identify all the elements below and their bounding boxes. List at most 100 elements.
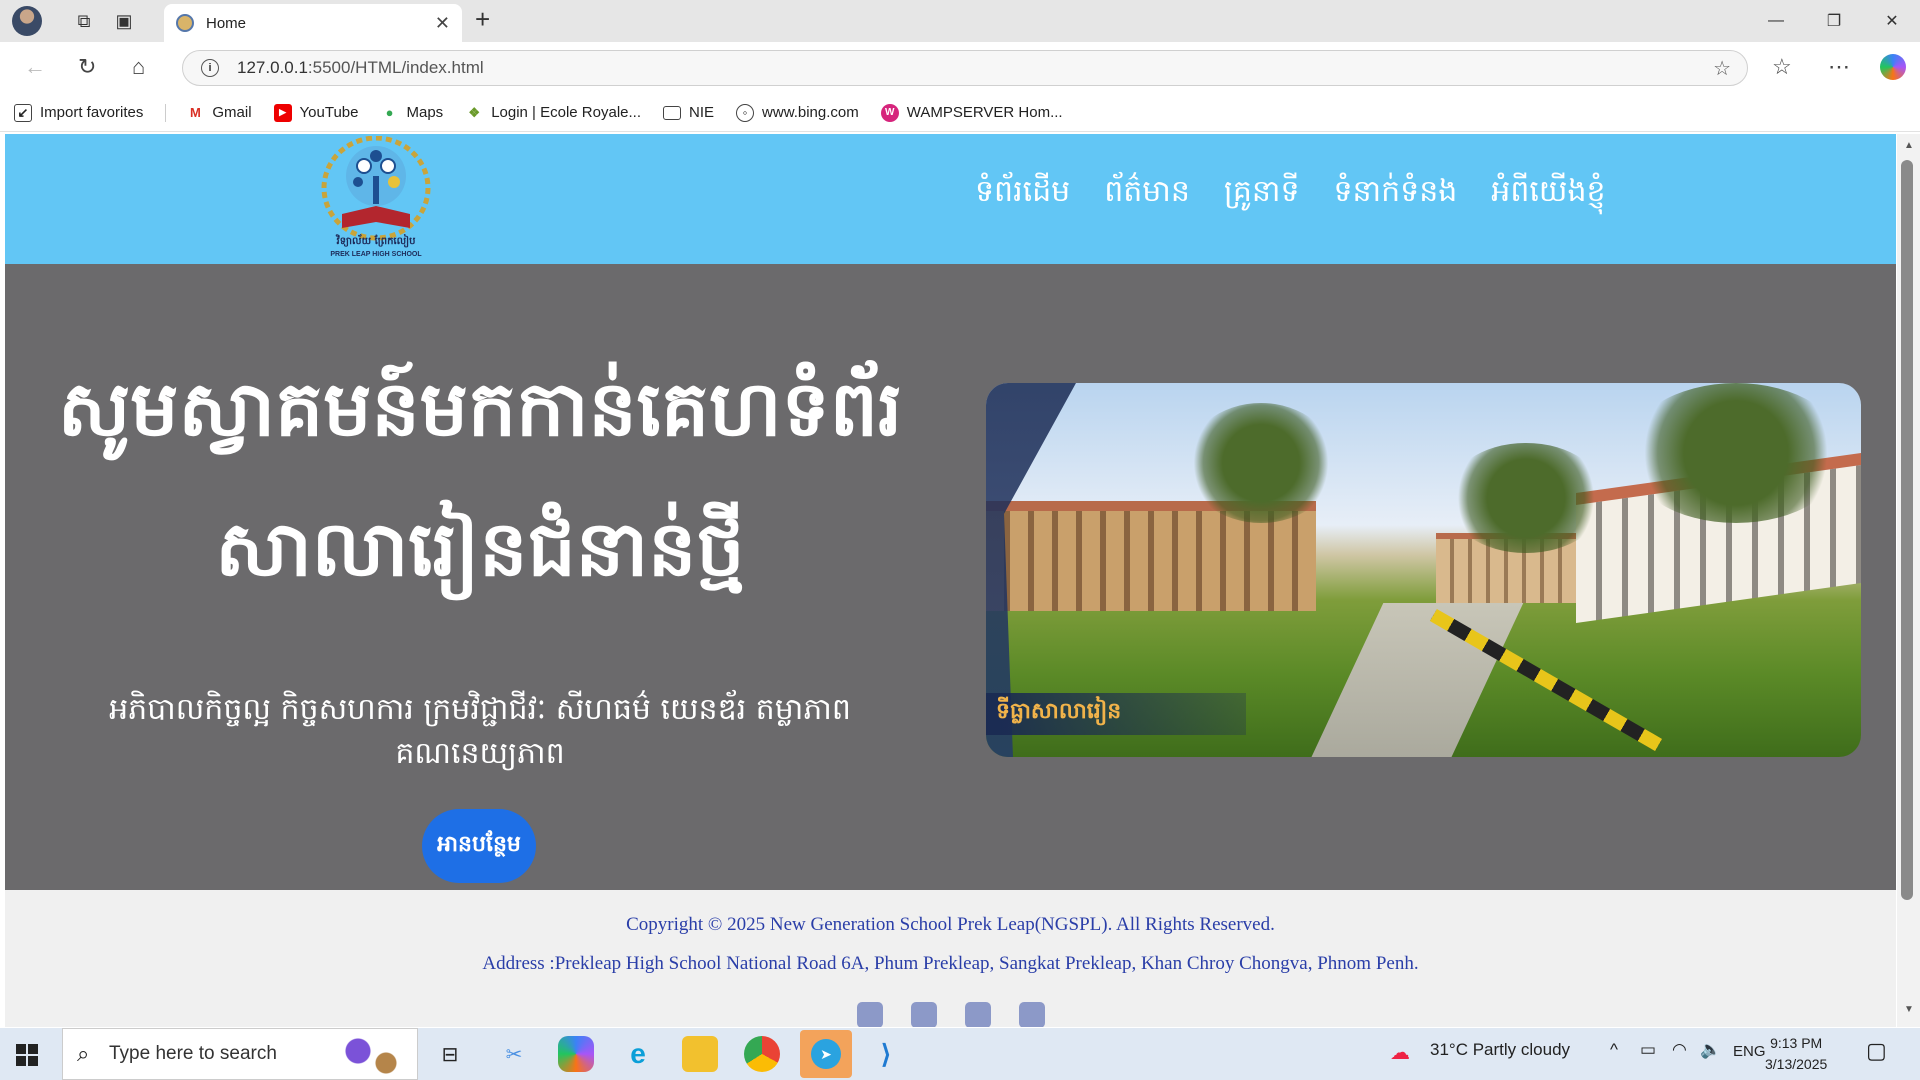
scroll-thumb[interactable]	[1901, 160, 1913, 900]
address-input[interactable]: i 127.0.0.1:5500/HTML/index.html ☆	[182, 50, 1748, 86]
more-menu-icon[interactable]: ⋯	[1828, 54, 1850, 80]
bookmark-import-favorites[interactable]: ↙ Import favorites	[14, 103, 144, 122]
maps-icon: ●	[385, 105, 394, 120]
gmail-icon: M	[189, 105, 201, 120]
favorites-icon[interactable]: ☆	[1772, 54, 1792, 80]
copilot-icon[interactable]	[1880, 54, 1906, 80]
bookmark-maps[interactable]: ● Maps	[381, 104, 444, 122]
refresh-icon[interactable]: ↻	[78, 54, 96, 80]
hero-title: សូមស្វាគមន៍មកកាន់គេហទំព័រ សាលារៀនជំនាន់ថ…	[45, 339, 915, 619]
copilot-app-icon[interactable]	[558, 1036, 594, 1072]
bookmark-gmail[interactable]: M Gmail	[186, 104, 252, 122]
edge-icon[interactable]: e	[620, 1036, 656, 1072]
nav-teachers[interactable]: គ្រូនាទី	[1224, 172, 1300, 216]
notifications-icon[interactable]: ▢	[1866, 1038, 1887, 1064]
nav-about[interactable]: អំពីយើងខ្ញុំ	[1491, 172, 1605, 216]
site-favicon	[176, 14, 194, 32]
photo-tree	[1446, 443, 1606, 553]
file-explorer-icon[interactable]	[682, 1036, 718, 1072]
import-icon: ↙	[14, 103, 32, 122]
school-logo[interactable]: វិទ្យាល័យ ព្រែកលៀប PREK LEAP HIGH SCHOOL	[318, 136, 434, 260]
bookmark-label: Import favorites	[40, 104, 144, 121]
restore-icon[interactable]: ❐	[1806, 0, 1862, 42]
bookmark-youtube[interactable]: ▶ YouTube	[273, 103, 359, 122]
new-tab-icon[interactable]: +	[475, 4, 490, 35]
logo-khmer-text: វិទ្យាល័យ ព្រែកលៀប	[335, 234, 416, 248]
snipping-tool-icon[interactable]: ✂	[496, 1036, 532, 1072]
weather-icon[interactable]: ☁	[1390, 1040, 1410, 1065]
bookmark-bing[interactable]: ◦ www.bing.com	[736, 103, 859, 122]
vscode-icon[interactable]: ⟩	[868, 1036, 904, 1072]
wamp-icon: W	[880, 103, 899, 122]
show-hidden-icons-icon[interactable]: ^	[1610, 1040, 1618, 1060]
bookmark-ecole-royale[interactable]: ❖ Login | Ecole Royale...	[465, 104, 641, 122]
wifi-icon[interactable]: ◠	[1672, 1040, 1687, 1060]
bookmarks-bar: ↙ Import favorites M Gmail ▶ YouTube ● Maps …	[0, 94, 1920, 132]
site-header: វិទ្យាល័យ ព្រែកលៀប PREK LEAP HIGH SCHOOL…	[5, 134, 1896, 264]
url-host: 127.0.0.1	[237, 58, 308, 77]
clock-date: 3/13/2025	[1765, 1056, 1828, 1072]
browser-tab-home[interactable]: Home ✕	[164, 4, 462, 42]
minimize-icon[interactable]: —	[1748, 0, 1804, 42]
logo-english-text: PREK LEAP HIGH SCHOOL	[330, 251, 422, 258]
bookmark-wampserver[interactable]: W WAMPSERVER Hom...	[880, 103, 1063, 122]
photo-tree	[1626, 383, 1846, 523]
close-tab-icon[interactable]: ✕	[435, 13, 450, 34]
tab-actions-icon[interactable]: ▣	[104, 0, 144, 42]
facebook-icon[interactable]	[856, 1002, 883, 1027]
nav-home[interactable]: ទំព័រដើម	[975, 172, 1070, 216]
bookmark-label: Maps	[406, 104, 444, 121]
clock-time: 9:13 PM	[1770, 1035, 1823, 1051]
close-window-icon[interactable]: ✕	[1864, 0, 1920, 42]
footer-copyright: Copyright © 2025 New Generation School P…	[626, 914, 1275, 935]
hero-subtitle: អភិបាលកិច្ចល្អ កិច្ចសហការ ក្រមវិជ្ជាជីវៈ…	[109, 692, 851, 771]
leaf-icon: ❖	[468, 104, 481, 120]
search-highlight-icon	[337, 1035, 407, 1075]
site-info-icon[interactable]: i	[201, 59, 219, 77]
taskbar-search[interactable]: ⌕ Type here to search	[62, 1028, 418, 1080]
school-campus-photo: ទីធ្លាសាលារៀន	[986, 383, 1861, 757]
favorite-star-icon[interactable]: ☆	[1713, 56, 1731, 81]
chrome-icon[interactable]	[744, 1036, 780, 1072]
scroll-down-icon[interactable]: ▼	[1904, 1004, 1914, 1015]
folder-icon	[663, 105, 682, 120]
read-more-button[interactable]: អានបន្ថែម	[422, 809, 536, 883]
twitter-icon[interactable]	[910, 1002, 937, 1027]
hero-title-line1: សូមស្វាគមន៍មកកាន់គេហទំព័រ	[57, 364, 903, 453]
bookmark-label: Gmail	[212, 104, 252, 121]
bookmark-label: Login | Ecole Royale...	[491, 104, 642, 121]
home-icon[interactable]: ⌂	[132, 54, 145, 80]
back-icon[interactable]: ←	[24, 54, 46, 80]
globe-icon: ◦	[736, 103, 755, 122]
search-icon: ⌕	[77, 1041, 90, 1066]
youtube-icon: ▶	[273, 103, 292, 122]
weather-text[interactable]: 31°C Partly cloudy	[1430, 1040, 1570, 1060]
search-placeholder: Type here to search	[109, 1043, 277, 1064]
battery-icon[interactable]: ▭	[1640, 1040, 1656, 1060]
nav-contact[interactable]: ទំនាក់ទំនង	[1334, 172, 1458, 216]
taskbar-clock[interactable]: 9:13 PM 3/13/2025	[1765, 1033, 1827, 1075]
task-view-icon[interactable]: ⊟	[432, 1036, 468, 1072]
hero-title-line2: សាលារៀនជំនាន់ថ្មី	[215, 504, 745, 593]
url-path: :5500/HTML/index.html	[307, 58, 484, 77]
workspaces-icon[interactable]: ⧉	[64, 0, 104, 42]
web-page: វិទ្យាល័យ ព្រែកលៀប PREK LEAP HIGH SCHOOL…	[5, 134, 1896, 1027]
profile-avatar[interactable]	[12, 6, 42, 36]
facebook-icon[interactable]	[964, 1002, 991, 1027]
bookmark-label: www.bing.com	[762, 104, 859, 121]
volume-icon[interactable]: 🔈	[1700, 1040, 1721, 1060]
photo-label: ទីធ្លាសាលារៀន	[996, 699, 1122, 724]
telegram-icon[interactable]: ➤	[800, 1030, 852, 1078]
instagram-icon[interactable]	[1018, 1002, 1045, 1027]
windows-start-icon[interactable]	[16, 1044, 38, 1066]
bookmark-label: WAMPSERVER Hom...	[906, 104, 1063, 121]
bookmark-separator	[165, 103, 167, 122]
social-links	[5, 1002, 1896, 1027]
bookmark-nie[interactable]: NIE	[663, 104, 714, 121]
nav-news[interactable]: ព័ត៌មាន	[1104, 172, 1190, 216]
photo-tree	[1186, 403, 1336, 523]
scroll-up-icon[interactable]: ▲	[1904, 140, 1914, 151]
site-nav: ទំព័រដើម ព័ត៌មាន គ្រូនាទី ទំនាក់ទំនង អំព…	[975, 172, 1606, 216]
bookmark-label: NIE	[689, 104, 715, 121]
language-indicator[interactable]: ENG	[1733, 1043, 1766, 1060]
